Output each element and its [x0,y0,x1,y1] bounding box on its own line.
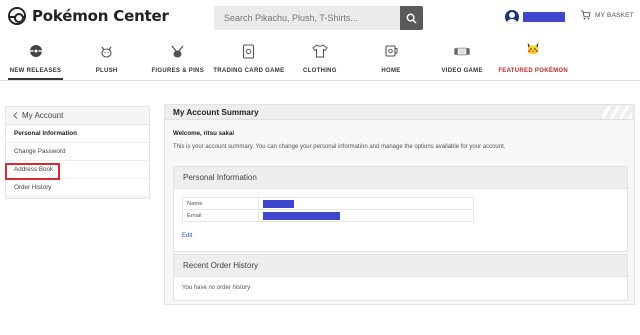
basket-link[interactable]: MY BASKET [580,10,634,20]
username-redacted [523,12,565,22]
nav-featured-pokemon[interactable]: FEATURED POKÉMON [498,36,569,80]
account-menu[interactable] [505,10,565,24]
nav-plush[interactable]: PLUSH [71,36,142,80]
nav-label: PLUSH [95,68,118,74]
user-icon [505,10,519,24]
site-logo[interactable]: Pokémon Center [8,7,169,25]
nav-label: HOME [381,68,401,74]
sidebar-item-label: Change Password [14,148,66,155]
recent-order-history-panel: Recent Order History You have no order h… [173,254,628,301]
summary-description: This is your account summary. You can ch… [173,144,506,150]
account-summary-panel: My Account Summary Welcome, ritsu sakai … [164,104,635,305]
card-icon [241,43,257,59]
figure-icon [170,43,186,59]
console-icon [454,43,470,59]
main-title-bar: My Account Summary [165,105,634,120]
table-row: Name [182,197,474,210]
title-stripes-decoration [602,106,632,119]
row-value [258,209,474,222]
shirt-icon [312,43,328,59]
nav-clothing[interactable]: CLOTHING [284,36,355,80]
nav-home[interactable]: HOME [355,36,426,80]
sidebar-list: Personal Information Change Password Add… [6,124,149,197]
plush-icon [99,43,115,59]
sidebar-title: My Account [22,111,64,120]
nav-new-releases[interactable]: NEW RELEASES [0,36,71,80]
basket-icon [580,10,591,20]
highlight-box [5,163,60,180]
name-redacted [263,199,294,208]
mug-icon [383,43,399,59]
row-value [258,197,474,210]
nav-label: TRADING CARD GAME [213,68,285,74]
basket-label: MY BASKET [595,11,634,19]
personal-information-panel: Personal Information Name Email Edit [173,166,628,252]
nav-figures-pins[interactable]: FIGURES & PINS [142,36,213,80]
page-title: My Account Summary [173,108,259,117]
panel-heading: Recent Order History [174,255,627,277]
welcome-message: Welcome, ritsu sakai [173,130,235,137]
logo-text: Pokémon Center [32,7,169,25]
search-input[interactable] [214,6,400,30]
table-row: Email [182,209,474,222]
empty-orders-message: You have no order history [182,285,251,291]
site-header: Pokémon Center MY BASKET [0,0,640,36]
email-redacted [263,211,340,220]
sidebar-item-change-password[interactable]: Change Password [6,143,149,161]
search-bar [214,6,423,30]
search-icon [406,13,417,24]
edit-link[interactable]: Edit [182,233,192,239]
nav-video-game[interactable]: VIDEO GAME [427,36,498,80]
personal-info-table: Name Email [182,197,474,222]
sidebar-item-label: Personal Information [14,130,77,137]
sidebar-item-order-history[interactable]: Order History [6,179,149,197]
row-label: Name [182,197,259,210]
pokeball-icon [28,43,44,59]
nav-label: CLOTHING [303,68,337,74]
row-label: Email [182,209,259,222]
pikachu-icon [525,42,541,59]
pokeball-logo-icon [8,7,26,25]
panel-heading: Personal Information [174,167,627,189]
sidebar-item-label: Order History [14,184,52,191]
nav-label: NEW RELEASES [9,68,62,74]
nav-label: FEATURED POKÉMON [498,68,569,74]
nav-label: FIGURES & PINS [151,68,204,74]
sidebar-heading: My Account [6,107,149,124]
category-nav: NEW RELEASES PLUSH FIGURES & PINS TRADIN… [0,36,640,81]
nav-label: VIDEO GAME [441,68,483,74]
chevron-left-icon [13,112,18,119]
nav-trading-card-game[interactable]: TRADING CARD GAME [213,36,284,80]
search-button[interactable] [400,6,423,30]
account-sidebar: My Account Personal Information Change P… [5,106,150,199]
sidebar-item-personal-information[interactable]: Personal Information [6,125,149,143]
